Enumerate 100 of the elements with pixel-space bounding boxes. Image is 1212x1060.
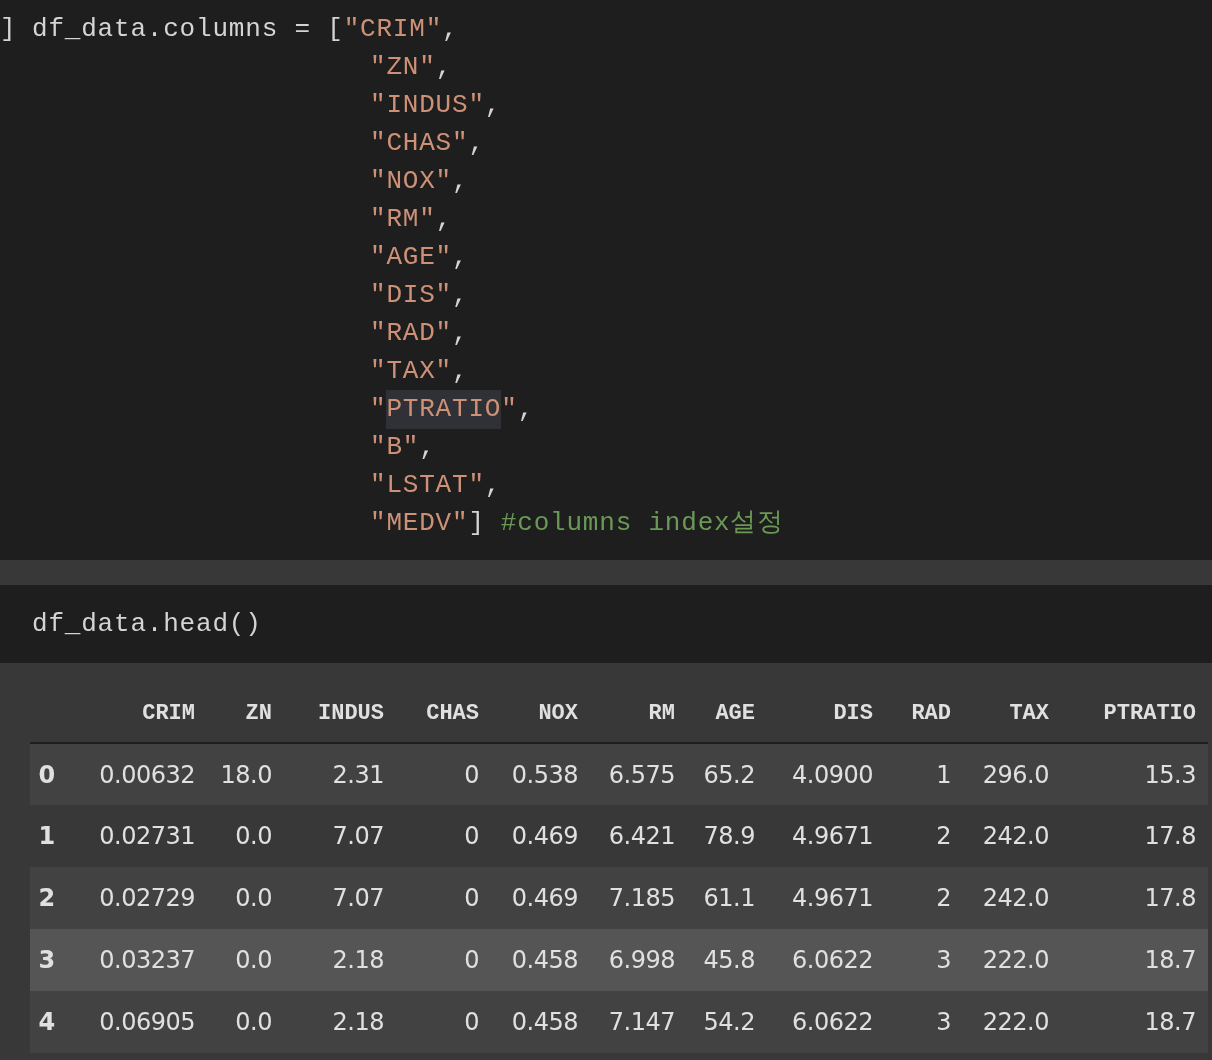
code-text: df_data.head() [32, 607, 262, 641]
table-cell: 0.02731 [99, 822, 195, 850]
row-index: 2 [38, 884, 55, 912]
cell-prompt: ] [0, 12, 18, 46]
code-comment: #columns index설정 [500, 506, 785, 540]
table-cell: 7.147 [608, 1008, 675, 1036]
table-cell: 0.02729 [99, 884, 195, 912]
string-literal: "CRIM" [343, 12, 443, 46]
table-cell: 78.9 [703, 822, 755, 850]
string-literal: "B" [370, 430, 420, 464]
column-header: CHAS [426, 701, 479, 726]
code-text: df_data.columns = [ [32, 12, 344, 46]
column-header: RAD [911, 701, 951, 726]
table-cell: 2.18 [332, 946, 384, 974]
table-cell: 6.0622 [792, 946, 873, 974]
string-literal: "TAX" [370, 354, 452, 388]
code-text: , [452, 354, 469, 388]
table-cell: 0.03237 [99, 946, 195, 974]
code-text: , [484, 88, 502, 122]
table-cell: 3 [936, 1008, 951, 1036]
table-cell: 2.18 [332, 1008, 384, 1036]
table-cell: 4.9671 [792, 884, 873, 912]
column-header: DIS [833, 701, 873, 726]
table-cell: 18.7 [1144, 1008, 1196, 1036]
code-text: , [452, 240, 469, 274]
table-cell: 18.0 [220, 760, 272, 789]
code-text: , [452, 316, 469, 350]
row-index: 0 [38, 760, 55, 789]
table-cell: 4.0900 [792, 760, 873, 789]
table-cell: 0.469 [511, 884, 578, 912]
table-cell: 7.07 [332, 822, 384, 850]
table-cell: 0.00632 [99, 760, 195, 789]
table-cell: 6.575 [608, 760, 675, 789]
string-literal: PTRATIO [386, 389, 502, 429]
table-cell: 2 [936, 884, 951, 912]
column-header: CRIM [142, 701, 195, 726]
table-cell: 7.185 [608, 884, 675, 912]
table-cell: 0.0 [235, 884, 272, 912]
table-cell: 0.458 [511, 1008, 578, 1036]
table-cell: 45.8 [703, 946, 755, 974]
table-cell: 0 [464, 1008, 479, 1036]
code-text: , [435, 202, 453, 236]
code-text: , [468, 126, 485, 160]
table-cell: 0 [464, 760, 479, 789]
string-literal: "INDUS" [370, 88, 485, 122]
code-text: , [435, 50, 453, 84]
string-literal: " [370, 392, 387, 426]
table-cell: 0.0 [235, 946, 272, 974]
table-cell: 0.06905 [99, 1008, 195, 1036]
table-cell: 65.2 [703, 760, 755, 789]
table-cell: 222.0 [982, 1008, 1049, 1036]
row-index: 4 [38, 1008, 55, 1036]
row-index: 1 [38, 822, 55, 850]
table-cell: 2 [936, 822, 951, 850]
table-cell: 0.0 [235, 1008, 272, 1036]
string-literal: "ZN" [370, 50, 436, 84]
string-literal: "AGE" [370, 240, 452, 274]
string-literal: " [501, 392, 518, 426]
table-cell: 54.2 [703, 1008, 755, 1036]
code-text: ] [468, 506, 485, 540]
column-header: NOX [538, 701, 578, 726]
table-cell: 6.0622 [792, 1008, 873, 1036]
table-cell: 0.469 [511, 822, 578, 850]
column-header: AGE [715, 701, 755, 726]
table-cell: 242.0 [982, 884, 1049, 912]
table-cell: 242.0 [982, 822, 1049, 850]
table-cell: 1 [936, 760, 951, 789]
table-cell: 222.0 [982, 946, 1049, 974]
column-header: ZN [245, 701, 272, 726]
table-cell: 4.9671 [792, 822, 873, 850]
table-cell: 15.3 [1144, 760, 1196, 789]
table-cell: 17.8 [1144, 822, 1196, 850]
code-text: , [452, 278, 469, 312]
string-literal: "RM" [370, 202, 436, 236]
row-index: 3 [38, 946, 55, 974]
table-cell: 0.458 [511, 946, 578, 974]
table-cell: 0 [464, 884, 479, 912]
table-cell: 17.8 [1144, 884, 1196, 912]
table-cell: 6.421 [608, 822, 675, 850]
string-literal: "NOX" [370, 164, 452, 198]
table-cell: 0.538 [511, 760, 578, 789]
code-text: , [452, 164, 469, 198]
table-cell: 2.31 [332, 760, 384, 789]
table-cell: 7.07 [332, 884, 384, 912]
table-cell: 0 [464, 946, 479, 974]
table-cell: 0.0 [235, 822, 272, 850]
code-text: , [484, 468, 502, 502]
column-header: INDUS [318, 701, 384, 726]
code-text: , [419, 430, 436, 464]
column-header: TAX [1009, 701, 1049, 726]
table-cell: 61.1 [703, 884, 755, 912]
table-cell: 6.998 [608, 946, 675, 974]
table-cell: 18.7 [1144, 946, 1196, 974]
table-cell: 3 [936, 946, 951, 974]
column-header: PTRATIO [1103, 701, 1196, 726]
string-literal: "DIS" [370, 278, 452, 312]
table-cell: 296.0 [982, 760, 1049, 789]
column-header: RM [648, 701, 675, 726]
string-literal: "RAD" [370, 316, 452, 350]
table-cell: 0 [464, 822, 479, 850]
